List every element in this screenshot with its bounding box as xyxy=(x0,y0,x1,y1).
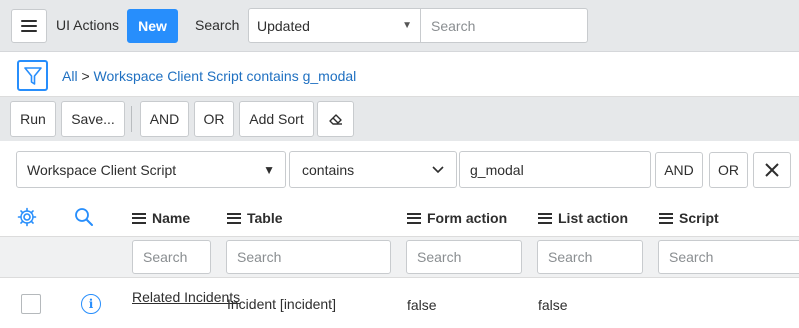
script-search-input[interactable] xyxy=(658,240,799,274)
search-field-select[interactable]: Updated ▼ xyxy=(248,8,421,43)
chevron-down-icon xyxy=(432,165,444,173)
column-header-label: Name xyxy=(152,210,191,226)
column-menu-icon[interactable] xyxy=(132,212,146,224)
remove-condition-button[interactable] xyxy=(753,152,791,188)
column-menu-icon[interactable] xyxy=(227,212,241,224)
column-header-name[interactable]: Name xyxy=(132,210,190,226)
dropdown-caret-icon: ▼ xyxy=(263,162,275,177)
condition-value-input[interactable] xyxy=(459,151,651,188)
clear-filter-button[interactable] xyxy=(317,101,354,137)
funnel-icon xyxy=(23,66,42,85)
and-button[interactable]: AND xyxy=(140,101,189,137)
condition-field-select[interactable]: Workspace Client Script ▼ xyxy=(16,151,286,188)
column-header-list-action[interactable]: List action xyxy=(538,210,628,226)
column-header-label: Script xyxy=(679,210,719,226)
form-action-search-input[interactable] xyxy=(406,240,522,274)
column-menu-icon[interactable] xyxy=(659,212,673,224)
row-name-link[interactable]: Related Incidents xyxy=(132,287,240,307)
condition-or-button[interactable]: OR xyxy=(709,152,748,188)
list-action-search-input[interactable] xyxy=(537,240,643,274)
row-form-action-cell: false xyxy=(407,297,437,313)
eraser-icon xyxy=(328,114,342,125)
run-button[interactable]: Run xyxy=(10,101,56,137)
or-button[interactable]: OR xyxy=(194,101,234,137)
column-header-table[interactable]: Table xyxy=(227,210,283,226)
condition-operator-value: contains xyxy=(302,161,355,178)
toolbar-divider xyxy=(131,106,132,132)
search-field-value: Updated xyxy=(257,17,310,34)
save-button[interactable]: Save... xyxy=(61,101,125,137)
info-icon[interactable]: i xyxy=(81,294,101,314)
condition-field-value: Workspace Client Script xyxy=(27,161,177,178)
row-list-action-cell: false xyxy=(538,297,568,313)
breadcrumb-condition-link[interactable]: Workspace Client Script contains g_modal xyxy=(94,68,357,84)
table-row xyxy=(0,279,799,328)
page-title: UI Actions xyxy=(56,17,120,33)
name-search-input[interactable] xyxy=(132,240,211,274)
menu-button[interactable] xyxy=(11,9,47,43)
gear-icon[interactable] xyxy=(17,207,37,227)
column-menu-icon[interactable] xyxy=(538,212,552,224)
condition-operator-select[interactable]: contains xyxy=(289,151,457,188)
column-header-label: List action xyxy=(558,210,629,226)
search-icon[interactable] xyxy=(74,207,94,227)
column-header-label: Form action xyxy=(427,210,508,226)
breadcrumb: All > Workspace Client Script contains g… xyxy=(62,68,356,84)
column-header-script[interactable]: Script xyxy=(659,210,719,226)
filter-toggle-button[interactable] xyxy=(17,60,48,91)
table-search-input[interactable] xyxy=(226,240,391,274)
column-header-label: Table xyxy=(247,210,283,226)
condition-and-button[interactable]: AND xyxy=(655,152,703,188)
column-header-form-action[interactable]: Form action xyxy=(407,210,507,226)
column-menu-icon[interactable] xyxy=(407,212,421,224)
dropdown-caret-icon: ▼ xyxy=(402,20,412,31)
new-button[interactable]: New xyxy=(127,9,178,43)
row-table-cell: Incident [incident] xyxy=(227,296,336,312)
header-search-input[interactable] xyxy=(420,8,588,43)
add-sort-button[interactable]: Add Sort xyxy=(239,101,314,137)
row-checkbox[interactable] xyxy=(21,294,41,314)
breadcrumb-separator: > xyxy=(81,68,90,84)
breadcrumb-all-link[interactable]: All xyxy=(62,68,78,84)
close-icon xyxy=(765,163,779,177)
hamburger-icon xyxy=(21,20,37,32)
search-label: Search xyxy=(195,17,240,33)
